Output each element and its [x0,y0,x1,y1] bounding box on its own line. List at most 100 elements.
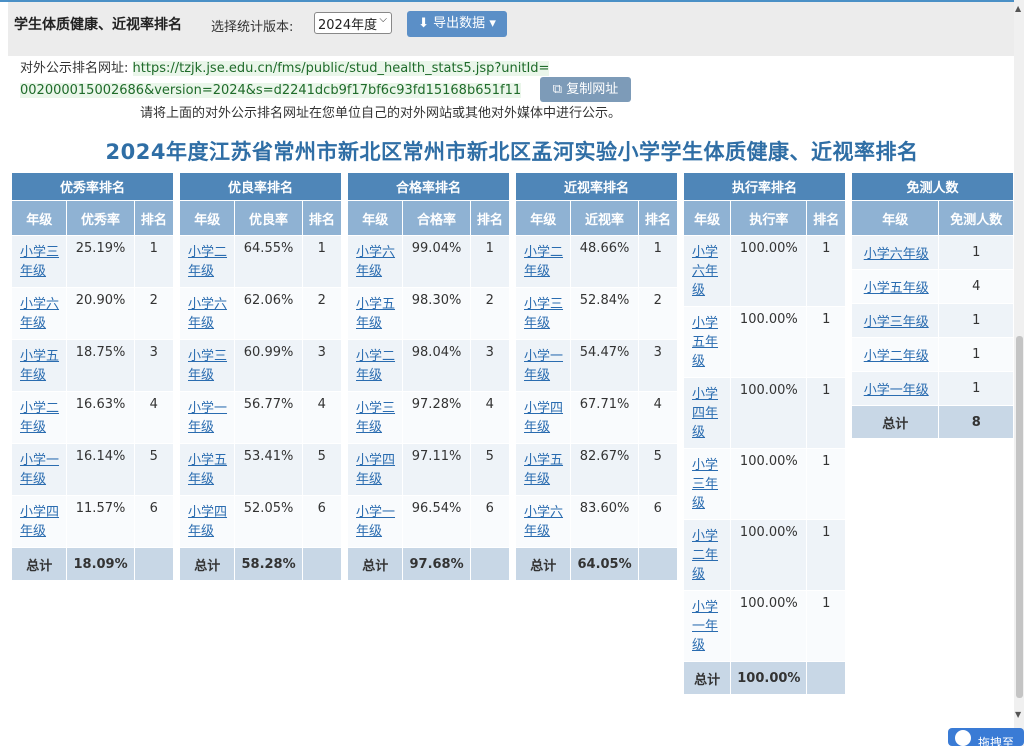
grade-link[interactable]: 小学二年级 [864,349,929,364]
col-grade-header: 年级 [178,200,236,236]
grade-link[interactable]: 小学一年级 [20,453,59,487]
total-value: 64.05% [570,547,639,581]
table-row: 小学三年级 97.28% 4 [346,391,511,444]
excellent-rate-table: 优秀率排名 年级 优秀率 排名 小学三年级 25.19% 1 小学六年级 20.90% 2 小学五年… [10,172,175,581]
caret-down-icon: ▾ [489,16,496,31]
grade-cell: 小学四年级 [682,377,732,449]
grade-link[interactable]: 小学三年级 [524,297,563,331]
grade-link[interactable]: 小学五年级 [188,453,227,487]
grade-link[interactable]: 小学六年级 [524,505,563,539]
rank-cell: 6 [469,495,511,548]
export-data-button[interactable]: ⬇ 导出数据 ▾ [407,11,507,37]
grade-link[interactable]: 小学二年级 [356,349,395,383]
table-row: 小学一年级 96.54% 6 [346,495,511,548]
table-row: 小学二年级 64.55% 1 [178,235,343,288]
col-rank-header: 排名 [806,200,846,236]
rank-cell: 5 [637,443,679,496]
table-header-row: 年级 执行率 排名 [682,200,846,236]
rank-cell: 6 [301,495,343,548]
grade-cell: 小学三年级 [850,303,940,338]
rate-cell: 99.04% [402,235,471,288]
table-header-row: 年级 优秀率 排名 [10,200,175,236]
col-grade-header: 年级 [514,200,572,236]
grade-cell: 小学六年级 [514,495,572,548]
grade-link[interactable]: 小学二年级 [692,529,718,582]
grade-link[interactable]: 小学六年级 [356,245,395,279]
total-row: 总计 8 [850,405,1014,439]
grade-link[interactable]: 小学二年级 [188,245,227,279]
myopia-rate-table: 近视率排名 年级 近视率 排名 小学二年级 48.66% 1 小学三年级 52.84% 2 小学一年… [514,172,679,581]
grade-link[interactable]: 小学五年级 [692,316,718,369]
rate-cell: 100.00% [730,519,808,591]
table-caption: 免测人数 [851,172,1014,201]
table-row: 小学四年级 67.71% 4 [514,391,679,444]
rate-cell: 48.66% [570,235,639,288]
grade-link[interactable]: 小学三年级 [864,315,929,330]
exempt-count-table: 免测人数 年级 免测人数 小学六年级 1 小学五年级 4 小学三年级 1 小学二年级 1 小学一年级 1… [850,172,1014,439]
rank-cell: 3 [637,339,679,392]
grade-cell: 小学二年级 [514,235,572,288]
grade-link[interactable]: 小学六年级 [188,297,227,331]
rate-cell: 56.77% [234,391,303,444]
grade-cell: 小学五年级 [514,443,572,496]
grade-link[interactable]: 小学六年级 [20,297,59,331]
grade-link[interactable]: 小学四年级 [188,505,227,539]
scroll-down-icon[interactable]: ▼ [1015,710,1021,719]
copy-url-button[interactable]: ⧉ 复制网址 [540,77,631,102]
grade-link[interactable]: 小学一年级 [356,505,395,539]
table-row: 小学六年级 99.04% 1 [346,235,511,288]
grade-link[interactable]: 小学五年级 [524,453,563,487]
grade-link[interactable]: 小学一年级 [692,600,718,653]
col-rank-header: 排名 [469,200,511,236]
version-select[interactable]: 2024年度 ⌵ [314,12,392,34]
count-cell: 1 [938,235,1014,270]
total-row: 总计 64.05% [514,547,679,581]
table-caption-row: 免测人数 [851,172,1014,201]
grade-link[interactable]: 小学二年级 [524,245,563,279]
grade-link[interactable]: 小学五年级 [356,297,395,331]
table-caption-row: 近视率排名 [515,172,678,201]
grade-link[interactable]: 小学六年级 [864,247,929,262]
total-value: 58.28% [234,547,303,581]
rate-cell: 100.00% [730,590,808,662]
table-row: 小学五年级 18.75% 3 [10,339,175,392]
grade-link[interactable]: 小学三年级 [188,349,227,383]
rate-cell: 82.67% [570,443,639,496]
table-header-row: 年级 免测人数 [850,200,1014,236]
rank-cell: 3 [469,339,511,392]
scrollbar-thumb[interactable] [1016,336,1023,698]
table-row: 小学一年级 100.00% 1 [682,590,846,662]
grade-link[interactable]: 小学四年级 [356,453,395,487]
rate-cell: 67.71% [570,391,639,444]
grade-link[interactable]: 小学五年级 [20,349,59,383]
grade-cell: 小学一年级 [10,443,68,496]
grade-link[interactable]: 小学四年级 [692,387,718,440]
grade-cell: 小学二年级 [10,391,68,444]
scroll-up-icon[interactable]: ▲ [1015,4,1021,13]
col-grade-header: 年级 [850,200,940,236]
grade-link[interactable]: 小学三年级 [356,401,395,435]
rate-cell: 83.60% [570,495,639,548]
grade-link[interactable]: 小学三年级 [692,458,718,511]
grade-link[interactable]: 小学二年级 [20,401,59,435]
grade-link[interactable]: 小学四年级 [524,401,563,435]
rate-cell: 98.04% [402,339,471,392]
public-url-block: 对外公示排名网址: https://tzjk.jse.edu.cn/fms/pu… [20,58,550,102]
table-row: 小学五年级 98.30% 2 [346,287,511,340]
grade-link[interactable]: 小学一年级 [864,383,929,398]
table-row: 小学二年级 98.04% 3 [346,339,511,392]
pass-rate-table: 合格率排名 年级 合格率 排名 小学六年级 99.04% 1 小学五年级 98.30% 2 小学二年… [346,172,511,581]
total-value: 100.00% [730,661,808,695]
grade-link[interactable]: 小学三年级 [20,245,59,279]
grade-link[interactable]: 小学四年级 [20,505,59,539]
rank-cell: 6 [133,495,175,548]
total-label: 总计 [682,661,732,695]
grade-link[interactable]: 小学五年级 [864,281,929,296]
rate-cell: 100.00% [730,448,808,520]
table-caption-row: 优秀率排名 [11,172,174,201]
grade-cell: 小学一年级 [850,371,940,406]
grade-link[interactable]: 小学六年级 [692,245,718,298]
grade-link[interactable]: 小学一年级 [524,349,563,383]
grade-cell: 小学三年级 [346,391,404,444]
grade-link[interactable]: 小学一年级 [188,401,227,435]
